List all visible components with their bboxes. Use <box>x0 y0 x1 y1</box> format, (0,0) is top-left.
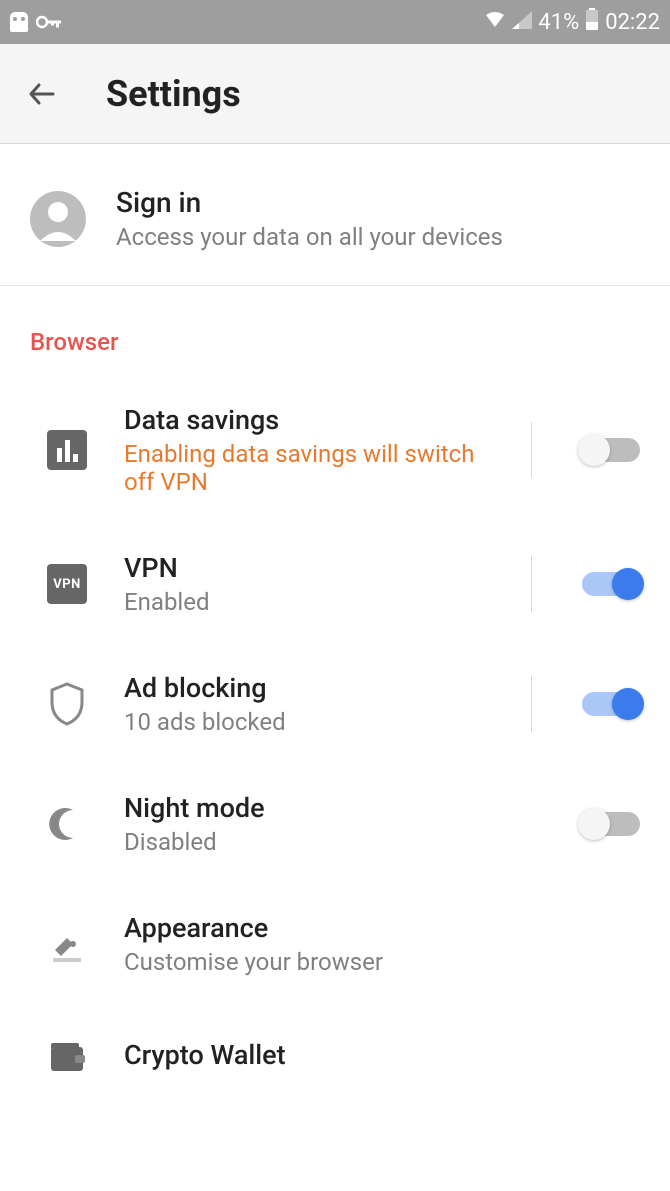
status-left <box>10 10 62 35</box>
night-mode-subtitle: Disabled <box>124 828 550 856</box>
clock-time: 02:22 <box>605 10 660 35</box>
shield-icon <box>42 679 92 729</box>
arrow-left-icon <box>25 77 59 111</box>
status-right: 41% 02:22 <box>484 8 660 36</box>
signal-icon <box>512 10 532 35</box>
crypto-wallet-title: Crypto Wallet <box>124 1039 640 1071</box>
sign-in-row[interactable]: Sign in Access your data on all your dev… <box>0 152 670 286</box>
setting-appearance[interactable]: Appearance Customise your browser <box>0 884 670 1004</box>
night-mode-toggle[interactable] <box>582 812 640 836</box>
data-savings-toggle[interactable] <box>582 438 640 462</box>
data-savings-subtitle: Enabling data savings will switch off VP… <box>124 440 499 496</box>
ad-blocking-title: Ad blocking <box>124 672 499 704</box>
chart-icon <box>42 425 92 475</box>
ad-blocking-toggle[interactable] <box>582 692 640 716</box>
setting-night-mode[interactable]: Night mode Disabled <box>0 764 670 884</box>
sign-in-title: Sign in <box>116 186 503 219</box>
battery-percent: 41% <box>538 10 579 35</box>
data-savings-title: Data savings <box>124 404 499 436</box>
divider <box>531 422 532 478</box>
vpn-subtitle: Enabled <box>124 588 499 616</box>
ghost-icon <box>10 12 28 32</box>
key-icon <box>36 10 62 35</box>
wifi-icon <box>484 10 506 35</box>
setting-vpn[interactable]: VPN VPN Enabled <box>0 524 670 644</box>
divider <box>531 556 532 612</box>
setting-crypto-wallet[interactable]: Crypto Wallet <box>0 1004 670 1110</box>
vpn-toggle[interactable] <box>582 572 640 596</box>
appearance-icon <box>42 919 92 969</box>
section-browser: Browser <box>0 286 670 376</box>
appearance-subtitle: Customise your browser <box>124 948 640 976</box>
appearance-title: Appearance <box>124 912 640 944</box>
sign-in-text: Sign in Access your data on all your dev… <box>116 186 503 251</box>
divider <box>531 676 532 732</box>
status-bar: 41% 02:22 <box>0 0 670 44</box>
moon-icon <box>42 799 92 849</box>
battery-icon <box>585 8 599 36</box>
sign-in-subtitle: Access your data on all your devices <box>116 223 503 251</box>
back-button[interactable] <box>22 74 62 114</box>
page-title: Settings <box>106 73 241 115</box>
wallet-icon <box>42 1032 92 1082</box>
app-header: Settings <box>0 44 670 144</box>
vpn-title: VPN <box>124 552 499 584</box>
avatar-icon <box>30 191 86 247</box>
setting-data-savings[interactable]: Data savings Enabling data savings will … <box>0 376 670 524</box>
setting-ad-blocking[interactable]: Ad blocking 10 ads blocked <box>0 644 670 764</box>
vpn-icon: VPN <box>42 559 92 609</box>
ad-blocking-subtitle: 10 ads blocked <box>124 708 499 736</box>
night-mode-title: Night mode <box>124 792 550 824</box>
